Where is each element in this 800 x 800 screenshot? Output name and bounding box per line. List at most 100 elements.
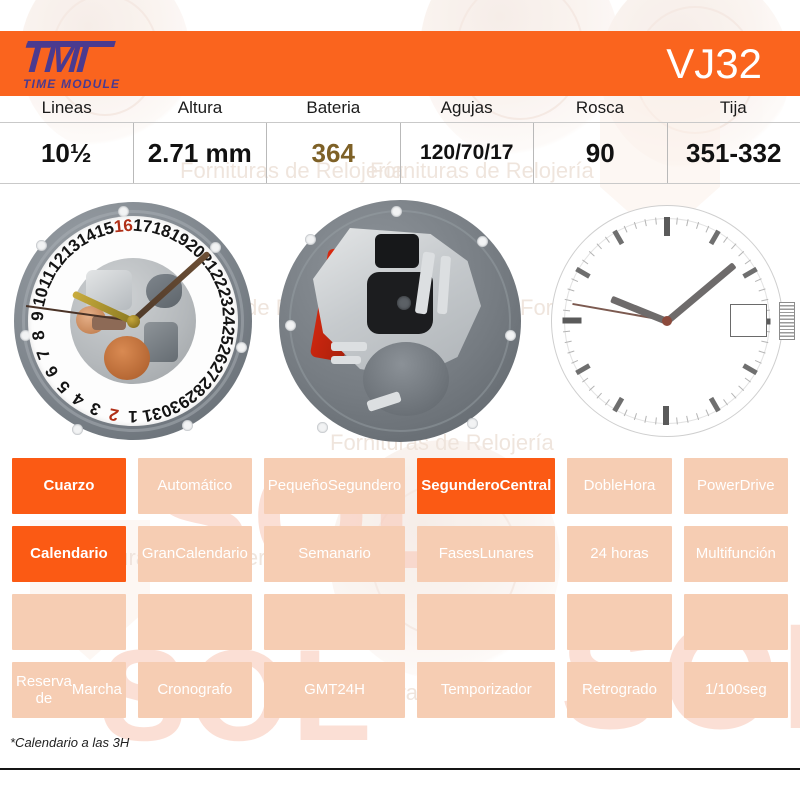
feature-tag-label: Drive — [739, 477, 775, 495]
feature-tag-24-horas[interactable]: 24 horas — [567, 526, 672, 582]
lever-part — [331, 356, 361, 364]
feature-tag-empty[interactable] — [263, 594, 406, 650]
feature-tag-label: Pequeño — [267, 477, 328, 495]
feature-tag-label: Calendario — [30, 545, 108, 563]
feature-tag-label: Marcha — [71, 681, 122, 699]
spec-value-rosca: 90 — [533, 123, 667, 183]
feature-tag-grid: Cuarzo Automático Pequeño Segundero Segunder… — [0, 458, 800, 718]
feature-tag-empty[interactable] — [683, 594, 788, 650]
lever-part — [331, 342, 367, 351]
screw-icon — [317, 422, 328, 433]
spec-value-tija: 351-332 — [666, 123, 800, 183]
feature-tag-label: Doble — [583, 477, 623, 495]
brand-logo[interactable]: TMI TIME MODULE — [0, 31, 145, 96]
spec-value-bateria: 364 — [266, 123, 400, 183]
feature-tag-label: Hora — [622, 477, 656, 495]
spec-divider — [0, 183, 800, 184]
feature-tag-label: seg — [742, 681, 767, 699]
screw-icon — [477, 236, 488, 247]
feature-tag-label: Central — [499, 477, 552, 495]
movement-front-image[interactable]: 1 2 3 4 5 6 7 8 9 10 11 12 13 14 15 16 17 18 19 20 21 22 23 24 2… — [0, 190, 267, 452]
feature-tag-label: Power — [697, 477, 740, 495]
screw-icon — [505, 330, 516, 341]
footnote: *Calendario a las 3H — [10, 735, 130, 750]
spec-table-header-row: Lineas Altura Bateria Agujas Rosca Tija — [0, 96, 800, 122]
spec-value-agujas: 120/70/17 — [399, 123, 534, 183]
feature-tag-label: 24 horas — [590, 545, 649, 563]
screw-icon — [285, 320, 296, 331]
feature-tag-label: GMT — [304, 681, 338, 699]
feature-tag-empty[interactable] — [137, 594, 252, 650]
feature-tag-label: Cronografo — [157, 681, 233, 699]
feature-tag-label: Multifunción — [695, 545, 776, 563]
feature-tag-label: Automático — [157, 477, 233, 495]
feature-tag-label: Retrogrado — [581, 681, 657, 699]
screw-icon — [72, 424, 84, 435]
feature-tag-1-100-seg[interactable]: 1/100 seg — [683, 662, 788, 718]
spec-header-lineas: Lineas — [41, 98, 92, 117]
feature-tag-fases-lunares[interactable]: Fases Lunares — [417, 526, 556, 582]
feature-tag-semanario[interactable]: Semanario — [263, 526, 406, 582]
product-image-row: 1 2 3 4 5 6 7 8 9 10 11 12 13 14 15 16 17 18 19 20 21 22 23 24 2… — [0, 190, 800, 452]
date-wheel-disc: 1 2 3 4 5 6 7 8 9 10 11 12 13 14 15 16 17 18 19 20 21 22 23 24 2… — [26, 216, 239, 426]
screw-icon — [467, 418, 478, 429]
dial-diagram-image[interactable] — [533, 190, 800, 452]
logo-sub-label: TIME MODULE — [23, 77, 121, 91]
spec-header-agujas: Agujas — [440, 98, 493, 117]
feature-tag-power-drive[interactable]: Power Drive — [683, 458, 788, 514]
spec-header-bateria: Bateria — [306, 98, 361, 117]
feature-tag-label: 1/100 — [704, 681, 743, 699]
feature-tag-label: Semanario — [298, 545, 371, 563]
crown-icon[interactable] — [778, 302, 795, 340]
date-window — [729, 304, 767, 337]
feature-tag-cuarzo[interactable]: Cuarzo — [12, 458, 126, 514]
screw-icon — [391, 206, 402, 217]
feature-tag-label: Segundero — [327, 477, 402, 495]
screw-icon — [182, 420, 194, 431]
feature-tag-temporizador[interactable]: Temporizador — [417, 662, 556, 718]
feature-tag-empty[interactable] — [12, 594, 126, 650]
spec-value-lineas: 10½ — [40, 138, 92, 168]
feature-tag-empty[interactable] — [567, 594, 672, 650]
feature-tag-multifunci-n[interactable]: Multifunción — [683, 526, 788, 582]
logo-text: TMI — [20, 34, 116, 82]
movement-back-image[interactable] — [267, 190, 534, 452]
spec-header-rosca: Rosca — [575, 98, 625, 117]
feature-tag-label: Segundero — [421, 477, 500, 495]
feature-tag-label: Temporizador — [440, 681, 532, 699]
feature-tag-label: Fases — [438, 545, 480, 563]
feature-tag-autom-tico[interactable]: Automático — [137, 458, 252, 514]
feature-tag-label: Gran — [141, 545, 176, 563]
bottom-divider — [0, 768, 800, 770]
feature-tag-reserva-de-marcha[interactable]: Reserva de Marcha — [12, 662, 126, 718]
product-spec-sheet: SOL SOL SOL Fornituras de Relojería Forn… — [0, 0, 800, 800]
feature-tag-calendario[interactable]: Calendario — [12, 526, 126, 582]
feature-tag-label: 24H — [337, 681, 365, 699]
gear-icon — [104, 336, 151, 380]
feature-tag-peque-o-segundero[interactable]: Pequeño Segundero — [263, 458, 406, 514]
screw-icon — [305, 234, 316, 245]
spec-header-tija: Tija — [719, 98, 747, 117]
feature-tag-label: Cuarzo — [43, 477, 95, 495]
ic-chip — [375, 234, 419, 268]
feature-tag-segundero-central[interactable]: Segundero Central — [417, 458, 556, 514]
feature-tag-retrogrado[interactable]: Retrogrado — [567, 662, 672, 718]
feature-tag-doble-hora[interactable]: Doble Hora — [567, 458, 672, 514]
feature-tag-gmt-24h[interactable]: GMT 24H — [263, 662, 406, 718]
logo-bar-icon — [26, 41, 116, 47]
feature-tag-label: Lunares — [479, 545, 534, 563]
hand-cap — [661, 316, 672, 326]
feature-tag-gran-calendario[interactable]: Gran Calendario — [137, 526, 252, 582]
page-title: VJ32 — [666, 39, 762, 87]
spec-header-altura: Altura — [177, 98, 223, 117]
feature-tag-cronografo[interactable]: Cronografo — [137, 662, 252, 718]
header-banner: TMI TIME MODULE VJ32 — [0, 31, 800, 96]
spec-value-altura: 2.71 mm — [132, 123, 267, 183]
feature-tag-label: Reserva de — [16, 672, 72, 707]
spec-table: Lineas Altura Bateria Agujas Rosca Tija … — [0, 96, 800, 184]
center-pin — [397, 296, 411, 310]
spec-table-value-row: 10½ 2.71 mm 364 120/70/17 90 351-332 — [0, 123, 800, 183]
screw-icon — [236, 342, 248, 353]
feature-tag-empty[interactable] — [417, 594, 556, 650]
hand-cap — [126, 314, 140, 328]
